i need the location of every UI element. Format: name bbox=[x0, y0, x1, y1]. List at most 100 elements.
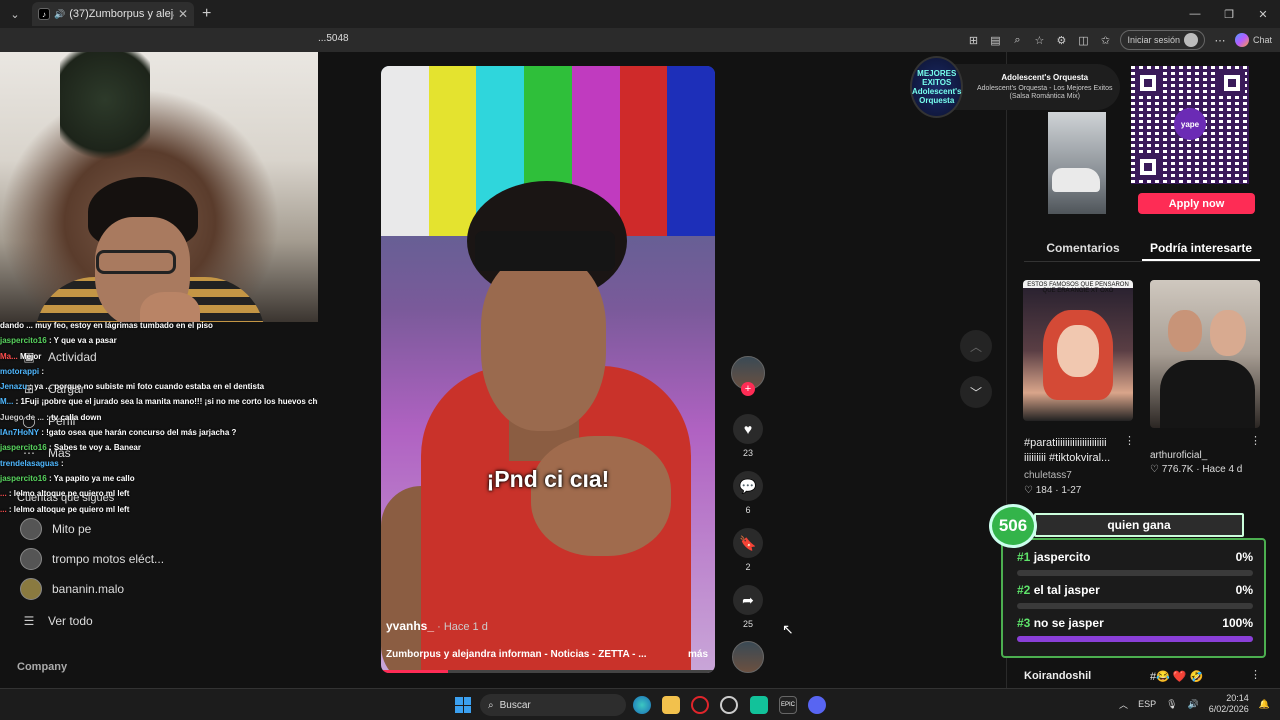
sign-in-button[interactable]: Iniciar sesión bbox=[1120, 30, 1205, 50]
restore-icon[interactable]: ❐ bbox=[1212, 0, 1246, 28]
steam-icon[interactable] bbox=[720, 696, 738, 714]
suggested-video-thumbnail[interactable] bbox=[1150, 280, 1260, 428]
stream-poll-overlay: 506 quien gana #1 jaspercito 0% #2 el tal … bbox=[989, 502, 1268, 658]
tab-suggested[interactable]: Podría interesarte bbox=[1142, 234, 1260, 261]
windows-start-icon[interactable] bbox=[455, 697, 471, 713]
following-item[interactable]: Mito pe bbox=[20, 518, 91, 540]
system-tray: ︿ ESP 🎙 🔊 20:14 6/02/2026 🔔 bbox=[1119, 693, 1270, 715]
url-field[interactable]: ...5048 bbox=[318, 33, 349, 44]
close-tab-icon[interactable]: ✕ bbox=[178, 7, 188, 21]
opera-icon[interactable] bbox=[691, 696, 709, 714]
tab-comments[interactable]: Comentarios bbox=[1024, 234, 1142, 261]
card-meta: ♡ 184 · 1-27 bbox=[1024, 485, 1082, 496]
like-count: 23 bbox=[742, 448, 753, 458]
card-author[interactable]: Koirandoshil bbox=[1024, 670, 1091, 682]
suggested-video-thumbnail[interactable]: ESTOS FAMOSOS QUE PENSARON QUE ERA ANGIE… bbox=[1023, 280, 1133, 421]
like-button[interactable]: ♥ 23 bbox=[729, 414, 767, 458]
next-video-button[interactable]: ﹀ bbox=[960, 376, 992, 408]
reader-icon[interactable]: ▤ bbox=[988, 34, 1002, 47]
follow-plus-icon[interactable]: + bbox=[741, 382, 755, 396]
following-item[interactable]: trompo motos eléct... bbox=[20, 548, 164, 570]
window-controls: — ❐ ✕ bbox=[1178, 0, 1280, 28]
share-count: 25 bbox=[742, 619, 753, 629]
more-options-icon[interactable]: ⋯ bbox=[1213, 34, 1227, 47]
following-item-label: bananin.malo bbox=[52, 582, 125, 596]
taskbar-search[interactable]: ⌕ Buscar bbox=[480, 694, 626, 716]
card-more-icon[interactable]: ⋮ bbox=[1124, 434, 1135, 447]
clock-date: 6/02/2026 bbox=[1208, 704, 1249, 714]
video-player[interactable]: ¡Pnd ci cıa! yvanhs_ · Hace 1 d Zumborpu… bbox=[381, 66, 715, 673]
music-disc-button[interactable] bbox=[729, 641, 767, 673]
chat-username: ... bbox=[0, 489, 7, 499]
edge-icon[interactable] bbox=[633, 696, 651, 714]
author-avatar-button[interactable]: + bbox=[729, 356, 767, 396]
chevron-up-icon[interactable]: ︿ bbox=[1119, 698, 1128, 711]
poll-option-label: jaspercito bbox=[1033, 550, 1091, 564]
speaker-icon[interactable]: 🔊 bbox=[1188, 699, 1199, 710]
copilot-chat-button[interactable]: Chat bbox=[1234, 33, 1272, 47]
clock[interactable]: 20:14 6/02/2026 bbox=[1209, 693, 1249, 715]
favorites-icon[interactable]: ✩ bbox=[1098, 34, 1112, 47]
chat-label: Chat bbox=[1252, 35, 1272, 45]
zoom-icon[interactable]: ⌕ bbox=[1010, 34, 1024, 47]
new-tab-icon[interactable]: + bbox=[202, 5, 211, 23]
ad-subtitle: Adolescent's Orquesta - Los Mejores Exit… bbox=[976, 85, 1113, 100]
chat-text: : Y que va a pasar bbox=[48, 336, 117, 346]
speaker-icon[interactable]: 🔊 bbox=[54, 9, 65, 20]
extensions-icon[interactable]: ⚙ bbox=[1054, 34, 1068, 47]
card-meta: ♡ 776.7K · Hace 4 d bbox=[1150, 464, 1243, 475]
card-author[interactable]: chuletass7 bbox=[1024, 470, 1072, 481]
card-caption[interactable]: #😂 ❤️ 🤣 bbox=[1150, 670, 1203, 683]
chat-text: : 1Fuji ¡pobre que el jurado sea la mani… bbox=[15, 397, 318, 407]
app-available-icon[interactable]: ⊞ bbox=[966, 34, 980, 47]
app-icon[interactable] bbox=[750, 696, 768, 714]
poll-bar bbox=[1017, 636, 1253, 642]
apply-now-button[interactable]: Apply now bbox=[1138, 193, 1255, 214]
split-screen-icon[interactable]: ◫ bbox=[1076, 34, 1090, 47]
orquesta-logo: MEJORES EXITOS Adolescent's Orquesta bbox=[910, 56, 964, 118]
browser-tab[interactable]: ♪ 🔊 (37)Zumborpus y alejandra in ✕ bbox=[32, 2, 194, 26]
tab-actions-menu-icon[interactable]: ⌄ bbox=[2, 3, 28, 25]
share-button[interactable]: ➦ 25 bbox=[729, 585, 767, 629]
following-item[interactable]: bananin.malo bbox=[20, 578, 124, 600]
close-window-icon[interactable]: ✕ bbox=[1246, 0, 1280, 28]
card-author[interactable]: arthuroficial_ bbox=[1150, 450, 1207, 461]
card-caption[interactable]: #paratiiiiiiiiiiiiiiiiiiiii iiiiiiiii #t… bbox=[1024, 436, 1128, 466]
stream-chat-overlay: dando ... muy feo, estoy en lágrimas tum… bbox=[0, 318, 318, 517]
notification-icon[interactable]: 🔔 bbox=[1259, 699, 1270, 710]
video-author[interactable]: yvanhs_ bbox=[386, 619, 434, 633]
chat-username: Jenazu bbox=[0, 382, 28, 392]
car-image bbox=[1052, 168, 1100, 192]
favorite-star-icon[interactable]: ☆ bbox=[1032, 34, 1046, 47]
poll-rank: #1 bbox=[1017, 550, 1031, 564]
poll-percent: 0% bbox=[1235, 550, 1253, 564]
previous-video-button[interactable]: ︿ bbox=[960, 330, 992, 362]
comment-icon: 💬 bbox=[733, 471, 763, 501]
card-more-icon[interactable]: ⋮ bbox=[1250, 668, 1261, 681]
chat-text: : ya ... porque no subiste mi foto cuand… bbox=[29, 382, 265, 392]
lang-indicator[interactable]: ESP bbox=[1138, 699, 1156, 709]
epic-games-icon[interactable]: EPIC bbox=[779, 696, 797, 714]
see-all-link[interactable]: ☰ Ver todo bbox=[20, 612, 93, 630]
minimize-icon[interactable]: — bbox=[1178, 0, 1212, 28]
chat-message: Jenazu : ya ... porque no subiste mi fot… bbox=[0, 379, 318, 394]
comment-button[interactable]: 💬 6 bbox=[729, 471, 767, 515]
company-section-title[interactable]: Company bbox=[17, 661, 67, 673]
ad-thumbnail[interactable] bbox=[1048, 112, 1106, 214]
following-item-label: trompo motos eléct... bbox=[52, 552, 165, 566]
avatar bbox=[20, 518, 42, 540]
save-button[interactable]: 🔖 2 bbox=[729, 528, 767, 572]
stream-ad-banner: MEJORES EXITOS Adolescent's Orquesta Ado… bbox=[910, 56, 1120, 118]
see-all-label: Ver todo bbox=[48, 614, 93, 628]
poll-percent: 100% bbox=[1222, 616, 1253, 630]
avatar bbox=[20, 548, 42, 570]
video-progress-bar[interactable] bbox=[381, 670, 715, 673]
more-link[interactable]: más bbox=[688, 649, 708, 660]
microphone-icon[interactable]: 🎙 bbox=[1166, 699, 1177, 710]
video-person-face bbox=[481, 256, 606, 431]
card-more-icon[interactable]: ⋮ bbox=[1250, 434, 1261, 447]
file-explorer-icon[interactable] bbox=[662, 696, 680, 714]
poll-bar bbox=[1017, 603, 1253, 609]
discord-icon[interactable] bbox=[808, 696, 826, 714]
chat-message: ... : lelmo altoque pe quiero ml left bbox=[0, 486, 318, 501]
